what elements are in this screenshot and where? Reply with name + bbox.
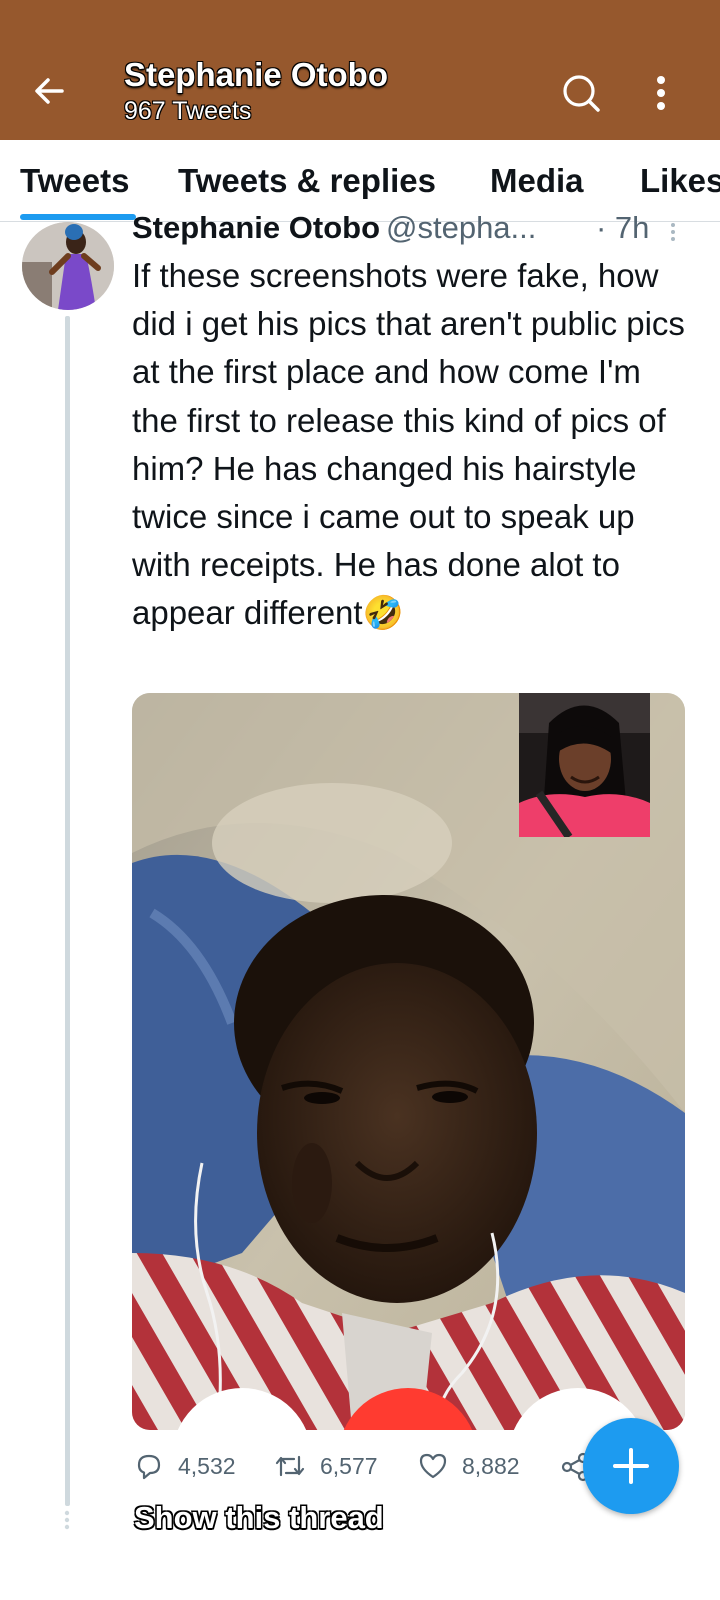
plus-icon — [613, 1448, 649, 1484]
reply-icon — [137, 1454, 161, 1480]
active-tab-indicator — [20, 214, 136, 220]
more-vertical-icon[interactable] — [646, 72, 676, 114]
profile-header: Stephanie Otobo 967 Tweets — [0, 0, 720, 140]
more-options-icon[interactable] — [668, 222, 678, 242]
tab-media[interactable]: Media — [490, 162, 584, 200]
heart-icon — [419, 1453, 447, 1479]
tweet-body: If these screenshots were fake, how did … — [132, 257, 685, 632]
avatar[interactable] — [22, 222, 114, 310]
reply-count: 4,532 — [178, 1452, 236, 1479]
thread-dots-icon — [64, 1510, 70, 1530]
tab-likes[interactable]: Likes — [640, 162, 720, 200]
tweet-author-name: Stephanie Otobo — [132, 210, 380, 245]
profile-name: Stephanie Otobo — [124, 56, 388, 93]
tweet-count: 967 Tweets — [124, 97, 252, 125]
tweet-timestamp: · 7h — [596, 210, 650, 245]
search-icon[interactable] — [560, 72, 602, 114]
tweet-media-image[interactable] — [132, 693, 685, 1430]
reply-button[interactable]: 4,532 — [134, 1450, 236, 1482]
pip-video-thumbnail — [519, 693, 650, 837]
compose-tweet-button[interactable] — [583, 1418, 679, 1514]
tab-tweets-replies[interactable]: Tweets & replies — [178, 162, 436, 200]
tab-tweets[interactable]: Tweets — [20, 162, 129, 200]
arrow-left-icon[interactable] — [28, 70, 70, 112]
tweet-author-handle: @stepha... — [386, 210, 537, 245]
like-button[interactable]: 8,882 — [418, 1450, 520, 1482]
retweet-icon — [275, 1455, 305, 1477]
tweet-text: If these screenshots were fake, how did … — [132, 252, 692, 638]
retweet-button[interactable]: 6,577 — [274, 1450, 378, 1482]
like-count: 8,882 — [462, 1452, 520, 1479]
retweet-count: 6,577 — [320, 1452, 378, 1479]
rofl-emoji-icon: 🤣 — [362, 594, 404, 632]
thread-line — [65, 316, 70, 1506]
show-thread-link[interactable]: Show this thread — [134, 1500, 384, 1536]
